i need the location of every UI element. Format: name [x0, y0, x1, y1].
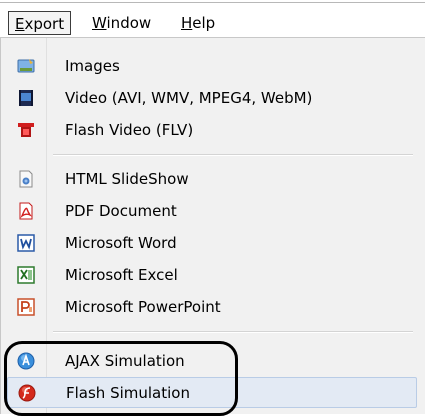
menu-export[interactable]: Export: [8, 11, 72, 35]
menu-help-accel: H: [181, 14, 193, 32]
menu-item-label: Flash Video (FLV): [65, 121, 194, 139]
menu-help[interactable]: Help: [175, 11, 221, 35]
menu-item-powerpoint[interactable]: Microsoft PowerPoint: [7, 292, 417, 323]
menu-item-label: Microsoft PowerPoint: [65, 298, 221, 316]
menu-item-label: PDF Document: [65, 202, 177, 220]
word-icon: [17, 234, 35, 252]
menu-bar: Export Window Help: [0, 9, 425, 39]
html-slideshow-icon: [19, 170, 33, 188]
menu-window[interactable]: Window: [86, 11, 157, 35]
video-icon: [19, 90, 33, 106]
menu-help-rest: elp: [192, 14, 216, 32]
menu-item-label: Video (AVI, WMV, MPEG4, WebM): [65, 89, 313, 107]
menu-item-excel[interactable]: Microsoft Excel: [7, 260, 417, 291]
powerpoint-icon: [17, 298, 35, 316]
menu-item-label: Microsoft Word: [65, 234, 177, 252]
menu-item-label: HTML SlideShow: [65, 170, 189, 188]
menu-item-label: Microsoft Excel: [65, 266, 178, 284]
menu-separator: [53, 331, 413, 333]
menu-separator: [53, 154, 413, 156]
menu-item-video[interactable]: Video (AVI, WMV, MPEG4, WebM): [7, 83, 417, 114]
excel-icon: [17, 266, 35, 284]
menu-window-rest: indow: [106, 14, 152, 32]
images-icon: [17, 59, 35, 73]
menu-item-images[interactable]: Images: [7, 51, 417, 82]
pdf-icon: [19, 202, 33, 220]
highlight-callout: [4, 341, 238, 416]
flash-video-icon: [18, 123, 34, 137]
menu-window-accel: W: [92, 14, 107, 32]
menu-export-rest: xport: [24, 15, 65, 33]
menu-item-html-slideshow[interactable]: HTML SlideShow: [7, 164, 417, 195]
menu-item-flash-video[interactable]: Flash Video (FLV): [7, 115, 417, 146]
menu-item-label: Images: [65, 57, 120, 75]
window-top-edge: [0, 2, 425, 3]
menu-item-word[interactable]: Microsoft Word: [7, 228, 417, 259]
menu-item-pdf[interactable]: PDF Document: [7, 196, 417, 227]
